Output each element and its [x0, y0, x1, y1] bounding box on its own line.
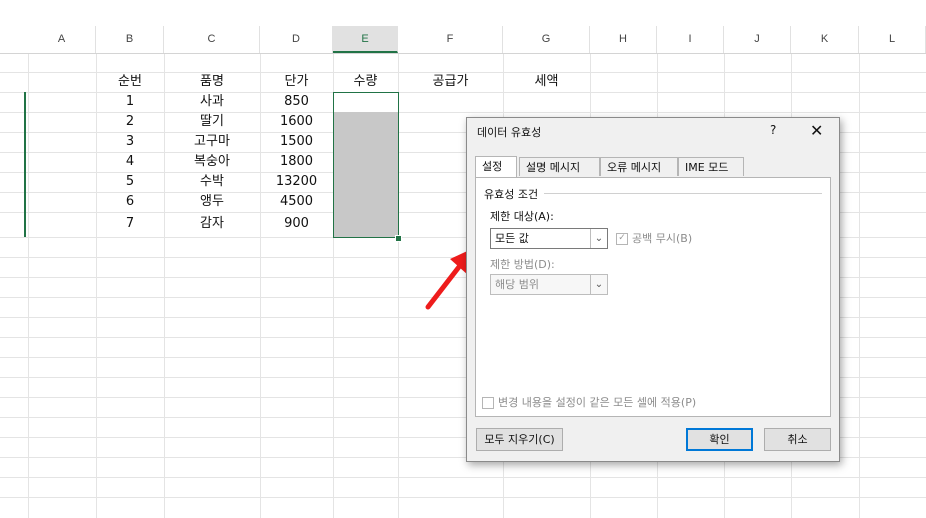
selection-range-e[interactable]: [333, 92, 399, 238]
column-header-k[interactable]: K: [791, 26, 859, 53]
row2-item[interactable]: 딸기: [164, 112, 260, 132]
apply-all-label: 변경 내용을 설정이 같은 모든 셀에 적용(P): [498, 396, 697, 409]
settings-panel: 유효성 조건 제한 대상(A): 모든 값 ⌄ ✓ 공백 무시(B) 제한 방법(…: [475, 177, 831, 417]
row1-item[interactable]: 사과: [164, 92, 260, 112]
row4-item[interactable]: 복숭아: [164, 152, 260, 172]
ignore-blank-label: 공백 무시(B): [632, 232, 693, 245]
ignore-blank-checkbox[interactable]: ✓ 공백 무시(B): [616, 230, 692, 246]
row7-price[interactable]: 900: [260, 214, 333, 234]
ribbon-strip: [0, 0, 926, 26]
column-header-bar: A B C D E F G H I J K L: [0, 26, 926, 54]
row2-price[interactable]: 1600: [260, 112, 333, 132]
tab-ime-mode[interactable]: IME 모드: [678, 157, 744, 176]
dialog-title: 데이터 유효성: [477, 126, 542, 139]
row2-no[interactable]: 2: [96, 112, 164, 132]
row6-no[interactable]: 6: [96, 192, 164, 212]
data-label: 제한 방법(D):: [490, 258, 555, 271]
apply-all-checkbox[interactable]: 변경 내용을 설정이 같은 모든 셀에 적용(P): [482, 394, 696, 410]
row1-price[interactable]: 850: [260, 92, 333, 112]
row5-no[interactable]: 5: [96, 172, 164, 192]
row5-item[interactable]: 수박: [164, 172, 260, 192]
chevron-down-icon: ⌄: [590, 275, 607, 294]
column-header-c[interactable]: C: [164, 26, 260, 53]
validation-criteria-label: 유효성 조건: [484, 186, 543, 202]
column-header-h[interactable]: H: [590, 26, 657, 53]
header-tax[interactable]: 세액: [503, 72, 590, 92]
column-header-f[interactable]: F: [398, 26, 503, 53]
chevron-down-icon: ⌄: [590, 229, 607, 248]
allow-select-value: 모든 값: [495, 232, 529, 245]
header-supply[interactable]: 공급가: [398, 72, 503, 92]
cancel-button[interactable]: 취소: [764, 428, 831, 451]
row5-price[interactable]: 13200: [260, 172, 333, 192]
column-header-a[interactable]: A: [28, 26, 96, 53]
allow-select[interactable]: 모든 값 ⌄: [490, 228, 608, 249]
column-header-i[interactable]: I: [657, 26, 724, 53]
column-header-j[interactable]: J: [724, 26, 791, 53]
column-header-d[interactable]: D: [260, 26, 333, 53]
column-header-e[interactable]: E: [333, 26, 398, 53]
row3-item[interactable]: 고구마: [164, 132, 260, 152]
row6-price[interactable]: 4500: [260, 192, 333, 212]
header-qty[interactable]: 수량: [333, 72, 398, 92]
column-header-g[interactable]: G: [503, 26, 590, 53]
row1-no[interactable]: 1: [96, 92, 164, 112]
help-icon[interactable]: ?: [770, 123, 776, 137]
row3-price[interactable]: 1500: [260, 132, 333, 152]
clear-all-button[interactable]: 모두 지우기(C): [476, 428, 563, 451]
header-price[interactable]: 단가: [260, 72, 333, 92]
data-select-value: 해당 범위: [495, 278, 539, 291]
column-header-b[interactable]: B: [96, 26, 164, 53]
data-validation-dialog: 데이터 유효성 ? ✕ 설정 설명 메시지 오류 메시지 IME 모드 유효성 …: [466, 117, 840, 462]
row6-item[interactable]: 앵두: [164, 192, 260, 212]
fill-handle[interactable]: [395, 235, 402, 242]
tab-input-message[interactable]: 설명 메시지: [519, 157, 600, 176]
close-icon[interactable]: ✕: [810, 121, 823, 140]
row7-item[interactable]: 감자: [164, 214, 260, 234]
row4-price[interactable]: 1800: [260, 152, 333, 172]
row4-no[interactable]: 4: [96, 152, 164, 172]
row7-no[interactable]: 7: [96, 214, 164, 234]
data-select[interactable]: 해당 범위 ⌄: [490, 274, 608, 295]
group-divider: [544, 193, 822, 194]
column-header-l[interactable]: L: [859, 26, 926, 53]
checkbox-icon: ✓: [616, 233, 628, 245]
row-selection-marker: [24, 92, 26, 237]
header-item[interactable]: 품명: [164, 72, 260, 92]
ok-button[interactable]: 확인: [686, 428, 753, 451]
checkbox-icon: [482, 397, 494, 409]
tab-error-alert[interactable]: 오류 메시지: [600, 157, 678, 176]
tab-settings[interactable]: 설정: [475, 156, 517, 177]
header-no[interactable]: 순번: [96, 72, 164, 92]
allow-label: 제한 대상(A):: [490, 210, 554, 223]
row3-no[interactable]: 3: [96, 132, 164, 152]
